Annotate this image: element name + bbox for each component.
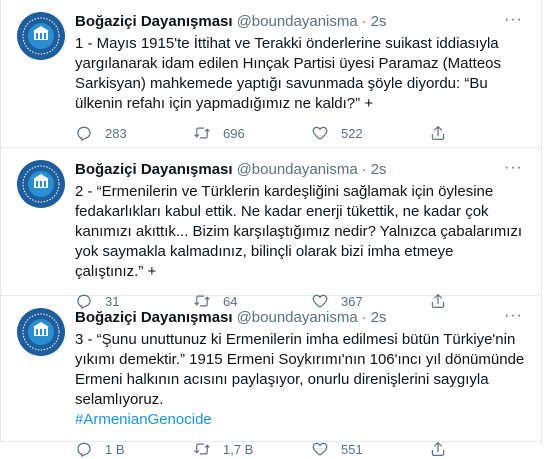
- logo-icon: [18, 161, 64, 207]
- share-icon: [431, 126, 445, 140]
- reply-count: 1 B: [105, 441, 125, 457]
- reply-icon: [77, 126, 91, 141]
- like-count: 551: [341, 441, 363, 457]
- tweet-text: 3 - “Şunu unuttunuz ki Ermenilerin imha …: [75, 330, 525, 430]
- tweet-header: Boğaziçi Dayanışması @boundayanisma · 2s: [75, 160, 525, 180]
- logo-icon: [18, 13, 64, 59]
- tweet-text: 2 - “Ermenilerin ve Türklerin kardeşliği…: [75, 182, 525, 282]
- tweet[interactable]: Boğaziçi Dayanışması @boundayanisma · 2s…: [1, 148, 541, 309]
- retweet-button[interactable]: 696: [193, 124, 311, 142]
- retweet-icon: [194, 127, 210, 139]
- heart-icon: [312, 126, 328, 140]
- tweet-content: Boğaziçi Dayanışması @boundayanisma · 2s…: [75, 12, 525, 147]
- reply-button[interactable]: 283: [75, 124, 193, 142]
- share-button[interactable]: [429, 124, 447, 142]
- avatar[interactable]: [17, 160, 65, 208]
- tweet-body: 1 - Mayıs 1915'te İttihat ve Terakki önd…: [75, 35, 506, 112]
- share-button[interactable]: [429, 440, 447, 458]
- tweet-content: Boğaziçi Dayanışması @boundayanisma · 2s…: [75, 308, 525, 457]
- avatar-column: [17, 160, 65, 295]
- timestamp[interactable]: 2s: [371, 12, 387, 32]
- retweet-count: 1,7 B: [223, 441, 254, 457]
- avatar[interactable]: [17, 12, 65, 60]
- timestamp[interactable]: 2s: [371, 160, 387, 180]
- like-button[interactable]: 522: [311, 124, 429, 142]
- author-name[interactable]: Boğaziçi Dayanışması: [75, 308, 233, 328]
- author-handle[interactable]: @boundayanisma: [237, 12, 358, 32]
- hashtag-link[interactable]: #ArmenianGenocide: [75, 411, 212, 428]
- author-handle[interactable]: @boundayanisma: [237, 308, 358, 328]
- tweet-body: 2 - “Ermenilerin ve Türklerin kardeşliği…: [75, 183, 527, 280]
- separator-dot: ·: [361, 309, 367, 326]
- retweet-button[interactable]: 1,7 B: [193, 440, 311, 458]
- timestamp[interactable]: 2s: [371, 308, 387, 328]
- reply-count: 283: [105, 125, 127, 141]
- avatar-column: [17, 12, 65, 147]
- author-handle[interactable]: @boundayanisma: [237, 160, 358, 180]
- tweet-feed: Boğaziçi Dayanışması @boundayanisma · 2s…: [0, 0, 542, 457]
- separator-dot: ·: [361, 161, 367, 178]
- more-icon[interactable]: ···: [504, 308, 523, 324]
- separator-dot: ·: [361, 13, 367, 30]
- tweet[interactable]: Boğaziçi Dayanışması @boundayanisma · 2s…: [1, 296, 541, 457]
- share-icon: [431, 442, 445, 456]
- like-button[interactable]: 551: [311, 440, 429, 458]
- retweet-icon: [194, 443, 210, 455]
- tweet[interactable]: Boğaziçi Dayanışması @boundayanisma · 2s…: [1, 0, 541, 148]
- avatar[interactable]: [17, 308, 65, 356]
- tweet-content: Boğaziçi Dayanışması @boundayanisma · 2s…: [75, 160, 525, 309]
- avatar-column: [17, 308, 65, 441]
- more-icon[interactable]: ···: [504, 160, 523, 176]
- author-name[interactable]: Boğaziçi Dayanışması: [75, 12, 233, 32]
- tweet-body: 3 - “Şunu unuttunuz ki Ermenilerin imha …: [75, 331, 529, 408]
- tweet-actions: 1 B 1,7 B 551: [75, 439, 525, 459]
- tweet-header: Boğaziçi Dayanışması @boundayanisma · 2s: [75, 12, 525, 32]
- author-name[interactable]: Boğaziçi Dayanışması: [75, 160, 233, 180]
- like-count: 522: [341, 125, 363, 141]
- tweet-header: Boğaziçi Dayanışması @boundayanisma · 2s: [75, 308, 525, 328]
- tweet-text: 1 - Mayıs 1915'te İttihat ve Terakki önd…: [75, 34, 525, 114]
- reply-button[interactable]: 1 B: [75, 440, 193, 458]
- more-icon[interactable]: ···: [504, 12, 523, 28]
- heart-icon: [312, 442, 328, 456]
- reply-icon: [77, 442, 91, 457]
- logo-icon: [18, 309, 64, 355]
- retweet-count: 696: [223, 125, 245, 141]
- tweet-actions: 283 696 522: [75, 123, 525, 143]
